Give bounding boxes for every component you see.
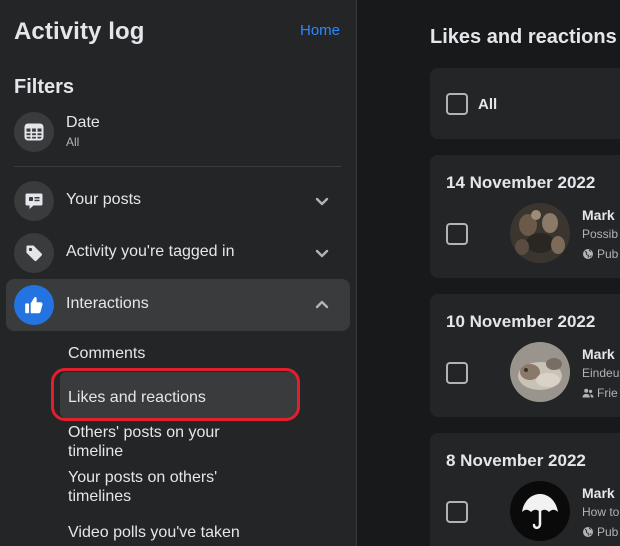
group-date: 8 November 2022 <box>446 451 586 470</box>
sidebar-item-interactions[interactable]: Interactions <box>6 279 350 331</box>
sidebar-item-label: Your posts <box>66 191 142 208</box>
section-title: Likes and reactions <box>430 26 617 48</box>
entry-audience: Frie <box>582 386 618 400</box>
calendar-icon <box>14 112 54 152</box>
globe-icon <box>583 249 593 259</box>
group-date: 14 November 2022 <box>446 173 596 192</box>
entry-author[interactable]: Mark <box>582 346 615 362</box>
date-filter[interactable]: Date All <box>14 112 344 152</box>
entry-audience: Pub <box>582 247 618 261</box>
entry-author[interactable]: Mark <box>582 485 615 501</box>
select-all-checkbox[interactable] <box>446 93 468 115</box>
divider <box>14 166 341 167</box>
entry-description: How to <box>582 505 620 519</box>
annotation-highlight-ring <box>51 368 300 421</box>
date-filter-label: Date <box>66 114 100 131</box>
select-all-card: All <box>430 68 620 139</box>
activity-group: 14 November 2022 Mark Possib Pub <box>430 155 620 278</box>
activity-log-app: Activity log Home Filters Date All Your … <box>0 0 620 546</box>
page-title: Activity log <box>14 18 145 45</box>
sidebar-item-your-posts[interactable]: Your posts <box>6 175 350 227</box>
friends-icon <box>582 388 594 398</box>
globe-icon <box>583 527 593 537</box>
activity-group: 8 November 2022 Mark How to Pub <box>430 433 620 546</box>
thumbs-up-icon <box>14 285 54 325</box>
group-date: 10 November 2022 <box>446 312 596 331</box>
entry-thumbnail[interactable] <box>510 203 570 263</box>
chevron-up-icon[interactable] <box>312 295 332 315</box>
tag-icon <box>14 233 54 273</box>
comment-bubble-icon <box>14 181 54 221</box>
home-link[interactable]: Home <box>300 22 340 39</box>
subitem-video-polls[interactable]: Video polls you've taken <box>68 523 240 542</box>
select-all-label: All <box>478 96 498 113</box>
entry-audience: Pub <box>582 525 618 539</box>
subitem-your-posts-on-others-timelines[interactable]: Your posts on others' timelines <box>68 468 268 506</box>
filters-heading: Filters <box>14 76 75 98</box>
sidebar-item-tagged-activity[interactable]: Activity you're tagged in <box>6 227 350 279</box>
entry-checkbox[interactable] <box>446 223 468 245</box>
chevron-down-icon[interactable] <box>312 243 332 263</box>
chevron-down-icon[interactable] <box>312 191 332 211</box>
entry-checkbox[interactable] <box>446 501 468 523</box>
sidebar-header: Activity log Home <box>14 18 340 48</box>
activity-group: 10 November 2022 Mark Eindeu Frie <box>430 294 620 417</box>
sidebar-item-label: Activity you're tagged in <box>66 243 235 260</box>
entry-thumbnail[interactable] <box>510 342 570 402</box>
main-content: Likes and reactions All 14 November 2022 <box>358 0 620 546</box>
sidebar: Activity log Home Filters Date All Your … <box>0 0 357 546</box>
entry-author[interactable]: Mark <box>582 207 615 223</box>
entry-checkbox[interactable] <box>446 362 468 384</box>
entry-thumbnail[interactable] <box>510 481 570 541</box>
subitem-others-posts-on-timeline[interactable]: Others' posts on your timeline <box>68 423 268 461</box>
subitem-comments[interactable]: Comments <box>68 344 145 363</box>
entry-description: Eindeu <box>582 366 620 380</box>
date-filter-value: All <box>66 135 80 149</box>
entry-description: Possib <box>582 227 619 241</box>
sidebar-item-label: Interactions <box>66 295 149 312</box>
